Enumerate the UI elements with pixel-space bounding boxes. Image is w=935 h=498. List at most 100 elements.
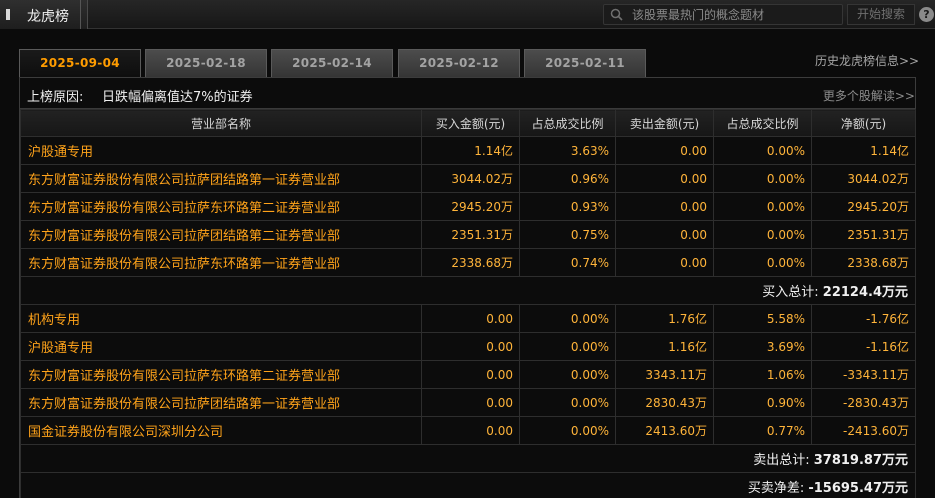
- buy-total-label: 买入总计:: [762, 285, 819, 300]
- net-amount: -2413.60万: [811, 416, 916, 445]
- buy-ratio: 0.93%: [519, 192, 616, 221]
- buy-amount: 3044.02万: [421, 164, 520, 193]
- table-row: 东方财富证券股份有限公司拉萨团结路第二证券营业部 2351.31万 0.75% …: [20, 220, 916, 249]
- sell-amount: 0.00: [615, 192, 714, 221]
- buy-ratio: 0.00%: [519, 416, 616, 445]
- sell-ratio: 0.90%: [713, 388, 812, 417]
- sell-amount: 2830.43万: [615, 388, 714, 417]
- branch-name[interactable]: 国金证券股份有限公司深圳分公司: [20, 416, 422, 445]
- buy-ratio: 0.75%: [519, 220, 616, 249]
- branch-name[interactable]: 东方财富证券股份有限公司拉萨东环路第二证券营业部: [20, 192, 422, 221]
- table-row: 机构专用 0.00 0.00% 1.76亿 5.58% -1.76亿: [20, 304, 916, 333]
- help-icon[interactable]: ?: [919, 7, 934, 22]
- sell-amount: 0.00: [615, 136, 714, 165]
- sell-ratio: 5.58%: [713, 304, 812, 333]
- sell-ratio: 0.00%: [713, 164, 812, 193]
- sell-amount: 0.00: [615, 248, 714, 277]
- header-net[interactable]: 净额(元): [811, 109, 916, 137]
- table-row: 沪股通专用 0.00 0.00% 1.16亿 3.69% -1.16亿: [20, 332, 916, 361]
- tab-date-1[interactable]: 2025-09-04: [19, 49, 141, 78]
- branch-name[interactable]: 机构专用: [20, 304, 422, 333]
- buy-ratio: 0.00%: [519, 388, 616, 417]
- search-button[interactable]: 开始搜索: [847, 4, 915, 25]
- header-branch[interactable]: 营业部名称: [20, 109, 422, 137]
- table-row: 国金证券股份有限公司深圳分公司 0.00 0.00% 2413.60万 0.77…: [20, 416, 916, 445]
- reason-label: 上榜原因:: [27, 90, 84, 105]
- sell-total-label: 卖出总计:: [753, 453, 810, 468]
- buy-ratio: 0.00%: [519, 304, 616, 333]
- sell-ratio: 1.06%: [713, 360, 812, 389]
- net-total-value: -15695.47万元: [808, 481, 908, 496]
- tab-date-2[interactable]: 2025-02-18: [145, 49, 267, 77]
- net-amount: 3044.02万: [811, 164, 916, 193]
- net-amount: 2351.31万: [811, 220, 916, 249]
- more-analysis-link[interactable]: 更多个股解读>>: [823, 87, 915, 104]
- lhb-table: 营业部名称 买入金额(元) 占总成交比例 卖出金额(元) 占总成交比例 净额(元…: [20, 109, 916, 498]
- buy-amount: 0.00: [421, 416, 520, 445]
- net-amount: 1.14亿: [811, 136, 916, 165]
- search-box[interactable]: [603, 4, 843, 25]
- sell-amount: 1.16亿: [615, 332, 714, 361]
- branch-name[interactable]: 东方财富证券股份有限公司拉萨团结路第一证券营业部: [20, 388, 422, 417]
- buy-ratio: 0.74%: [519, 248, 616, 277]
- table-row: 东方财富证券股份有限公司拉萨团结路第一证券营业部 3044.02万 0.96% …: [20, 164, 916, 193]
- header-sell-amount[interactable]: 卖出金额(元): [615, 109, 714, 137]
- table-row: 东方财富证券股份有限公司拉萨东环路第一证券营业部 2338.68万 0.74% …: [20, 248, 916, 277]
- branch-name[interactable]: 沪股通专用: [20, 136, 422, 165]
- table-row: 东方财富证券股份有限公司拉萨东环路第二证券营业部 0.00 0.00% 3343…: [20, 360, 916, 389]
- net-amount: -1.16亿: [811, 332, 916, 361]
- buy-amount: 0.00: [421, 304, 520, 333]
- sell-amount: 0.00: [615, 220, 714, 249]
- branch-name[interactable]: 东方财富证券股份有限公司拉萨团结路第二证券营业部: [20, 220, 422, 249]
- table-header-row: 营业部名称 买入金额(元) 占总成交比例 卖出金额(元) 占总成交比例 净额(元…: [20, 109, 916, 137]
- branch-name[interactable]: 沪股通专用: [20, 332, 422, 361]
- buy-amount: 2945.20万: [421, 192, 520, 221]
- buy-amount: 2351.31万: [421, 220, 520, 249]
- net-total-label: 买卖净差:: [747, 481, 805, 496]
- title-marker-icon: [6, 9, 10, 20]
- sell-ratio: 0.00%: [713, 192, 812, 221]
- table-row: 东方财富证券股份有限公司拉萨团结路第一证券营业部 0.00 0.00% 2830…: [20, 388, 916, 417]
- buy-total-row: 买入总计: 22124.4万元: [20, 276, 916, 305]
- net-total: 买卖净差: -15695.47万元: [20, 472, 916, 498]
- sell-total-value: 37819.87万元: [813, 453, 908, 468]
- tab-date-3[interactable]: 2025-02-14: [271, 49, 393, 77]
- buy-ratio: 0.00%: [519, 360, 616, 389]
- buy-amount: 1.14亿: [421, 136, 520, 165]
- buy-total: 买入总计: 22124.4万元: [20, 276, 916, 305]
- title-divider: [80, 0, 88, 29]
- buy-ratio: 3.63%: [519, 136, 616, 165]
- net-amount: 2945.20万: [811, 192, 916, 221]
- search-input[interactable]: [632, 6, 837, 23]
- buy-total-value: 22124.4万元: [822, 285, 908, 300]
- net-amount: -2830.43万: [811, 388, 916, 417]
- sell-amount: 1.76亿: [615, 304, 714, 333]
- reason-row: 上榜原因: 日跌幅偏离值达7%的证券 更多个股解读>>: [20, 78, 915, 109]
- history-link[interactable]: 历史龙虎榜信息>>: [815, 52, 919, 69]
- sell-amount: 2413.60万: [615, 416, 714, 445]
- sell-amount: 0.00: [615, 164, 714, 193]
- buy-amount: 0.00: [421, 332, 520, 361]
- sell-amount: 3343.11万: [615, 360, 714, 389]
- sell-ratio: 0.00%: [713, 136, 812, 165]
- sell-ratio: 0.00%: [713, 220, 812, 249]
- sell-total: 卖出总计: 37819.87万元: [20, 444, 916, 473]
- sell-ratio: 0.00%: [713, 248, 812, 277]
- header-buy-ratio[interactable]: 占总成交比例: [519, 109, 616, 137]
- branch-name[interactable]: 东方财富证券股份有限公司拉萨团结路第一证券营业部: [20, 164, 422, 193]
- branch-name[interactable]: 东方财富证券股份有限公司拉萨东环路第一证券营业部: [20, 248, 422, 277]
- table-row: 东方财富证券股份有限公司拉萨东环路第二证券营业部 2945.20万 0.93% …: [20, 192, 916, 221]
- tab-date-5[interactable]: 2025-02-11: [524, 49, 646, 77]
- lhb-panel: 上榜原因: 日跌幅偏离值达7%的证券 更多个股解读>> 营业部名称 买入金额(元…: [19, 77, 916, 498]
- header-buy-amount[interactable]: 买入金额(元): [421, 109, 520, 137]
- net-total-row: 买卖净差: -15695.47万元: [20, 472, 916, 498]
- sell-ratio: 3.69%: [713, 332, 812, 361]
- branch-name[interactable]: 东方财富证券股份有限公司拉萨东环路第二证券营业部: [20, 360, 422, 389]
- module-title: 龙虎榜: [27, 9, 69, 25]
- table-row: 沪股通专用 1.14亿 3.63% 0.00 0.00% 1.14亿: [20, 136, 916, 165]
- reason-value: 日跌幅偏离值达7%的证券: [102, 90, 253, 105]
- tab-date-4[interactable]: 2025-02-12: [398, 49, 520, 77]
- header-sell-ratio[interactable]: 占总成交比例: [713, 109, 812, 137]
- net-amount: 2338.68万: [811, 248, 916, 277]
- search-icon: [610, 8, 623, 21]
